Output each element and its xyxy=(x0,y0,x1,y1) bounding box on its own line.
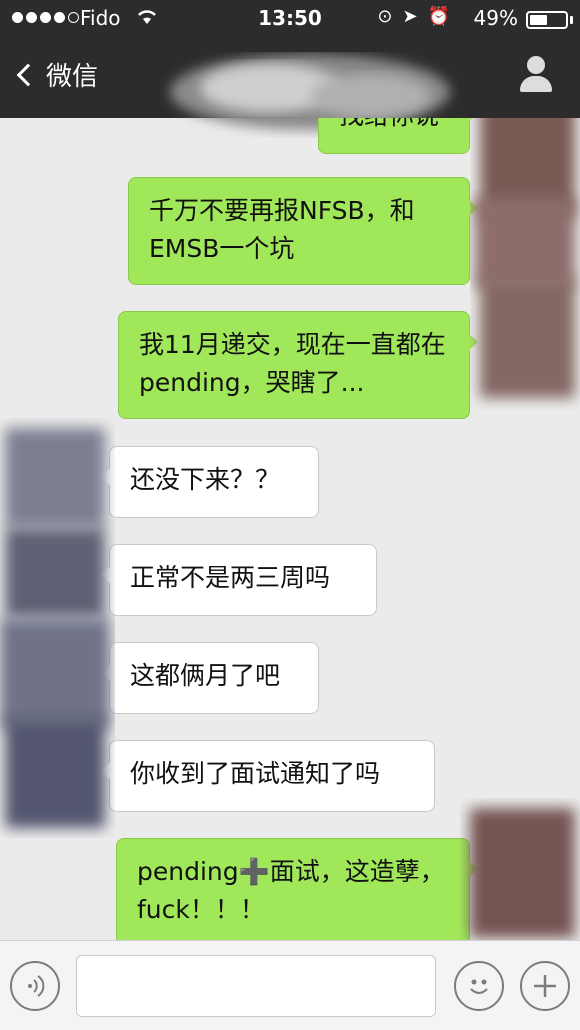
message-text: 我11月递交，现在一直都在pending，哭瞎了... xyxy=(139,330,446,397)
chevron-left-icon xyxy=(16,63,40,86)
battery-tip xyxy=(570,16,573,24)
incoming-message[interactable]: 你收到了面试通知了吗 xyxy=(101,740,435,812)
emoji-icon xyxy=(470,979,488,994)
plus-icon xyxy=(534,975,556,997)
plus-button[interactable] xyxy=(520,961,570,1011)
status-bar: Fido 13:50 ⊙➤⏰ 49% xyxy=(0,0,580,38)
person-icon-body xyxy=(520,76,552,92)
back-button[interactable]: 微信 xyxy=(14,56,98,93)
chat-title-obscured xyxy=(160,52,460,130)
voice-icon xyxy=(28,975,45,997)
incoming-message[interactable]: 正常不是两三周吗 xyxy=(101,544,377,616)
message-text: 你收到了面试通知了吗 xyxy=(130,759,381,788)
battery-icon xyxy=(526,11,568,29)
profile-button[interactable] xyxy=(518,56,554,96)
battery-percent: 49% xyxy=(473,6,518,30)
incoming-message[interactable]: 这都俩月了吧 xyxy=(101,642,319,714)
emoji-button[interactable] xyxy=(454,961,504,1011)
message-text: 千万不要再报NFSB，和EMSB一个坑 xyxy=(149,196,415,263)
message-list: 找给你说 千万不要再报NFSB，和EMSB一个坑 我11月递交，现在一直都在pe… xyxy=(0,118,580,940)
contact-avatar-obscured xyxy=(0,428,110,828)
outgoing-message[interactable]: 千万不要再报NFSB，和EMSB一个坑 xyxy=(128,177,478,285)
top-bar: Fido 13:50 ⊙➤⏰ 49% 微信 xyxy=(0,0,580,130)
message-text: 正常不是两三周吗 xyxy=(130,563,331,592)
location-icon: ➤ xyxy=(402,6,428,27)
message-input[interactable] xyxy=(76,955,436,1017)
message-text: 这都俩月了吧 xyxy=(130,661,281,690)
message-text: 还没下来？？ xyxy=(130,465,281,494)
incoming-message[interactable]: 还没下来？？ xyxy=(101,446,319,518)
message-text: 找给你说 xyxy=(339,118,439,130)
voice-button[interactable] xyxy=(10,961,60,1011)
person-icon xyxy=(527,56,545,74)
alarm-icon: ⏰ xyxy=(427,6,460,27)
nav-bar: 微信 xyxy=(0,38,580,130)
sender-avatar-obscured xyxy=(475,118,575,398)
battery-fill xyxy=(530,15,547,25)
outgoing-message[interactable]: pending➕面试，这造孽，fuck！！！ xyxy=(116,838,478,940)
sender-avatar-obscured xyxy=(470,808,575,938)
message-text: pending➕面试，这造孽，fuck！！！ xyxy=(137,857,445,924)
outgoing-message[interactable]: 我11月递交，现在一直都在pending，哭瞎了... xyxy=(118,311,478,419)
outgoing-message[interactable]: 找给你说 xyxy=(318,118,478,154)
back-label: 微信 xyxy=(46,62,99,92)
rotation-lock-icon: ⊙ xyxy=(377,6,403,27)
input-bar xyxy=(0,940,580,1030)
status-icons: ⊙➤⏰ xyxy=(377,6,460,27)
